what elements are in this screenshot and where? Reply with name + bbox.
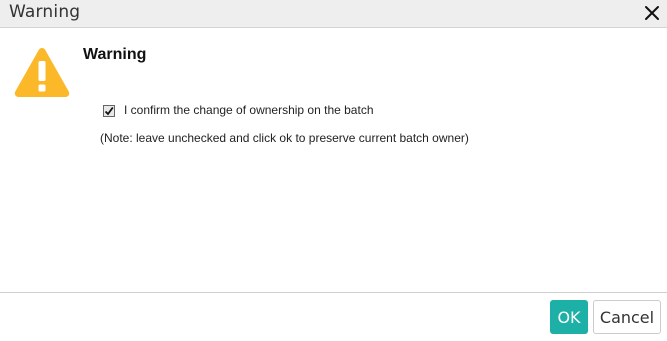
ok-button[interactable]: OK xyxy=(550,300,588,334)
dialog-heading: Warning xyxy=(83,46,147,63)
dialog-title: Warning xyxy=(9,2,81,22)
warning-triangle-icon xyxy=(14,48,70,97)
footer-divider xyxy=(0,292,667,293)
cancel-button[interactable]: Cancel xyxy=(593,300,661,334)
close-button[interactable] xyxy=(643,4,661,22)
confirm-ownership-label[interactable]: I confirm the change of ownership on the… xyxy=(124,103,374,117)
confirm-ownership-checkbox[interactable] xyxy=(103,105,115,117)
warning-dialog: Warning Warning I confirm the change of … xyxy=(0,0,667,341)
dialog-titlebar: Warning xyxy=(0,0,667,28)
note-text: (Note: leave unchecked and click ok to p… xyxy=(100,131,469,145)
close-icon xyxy=(645,6,659,20)
check-icon xyxy=(104,106,114,116)
